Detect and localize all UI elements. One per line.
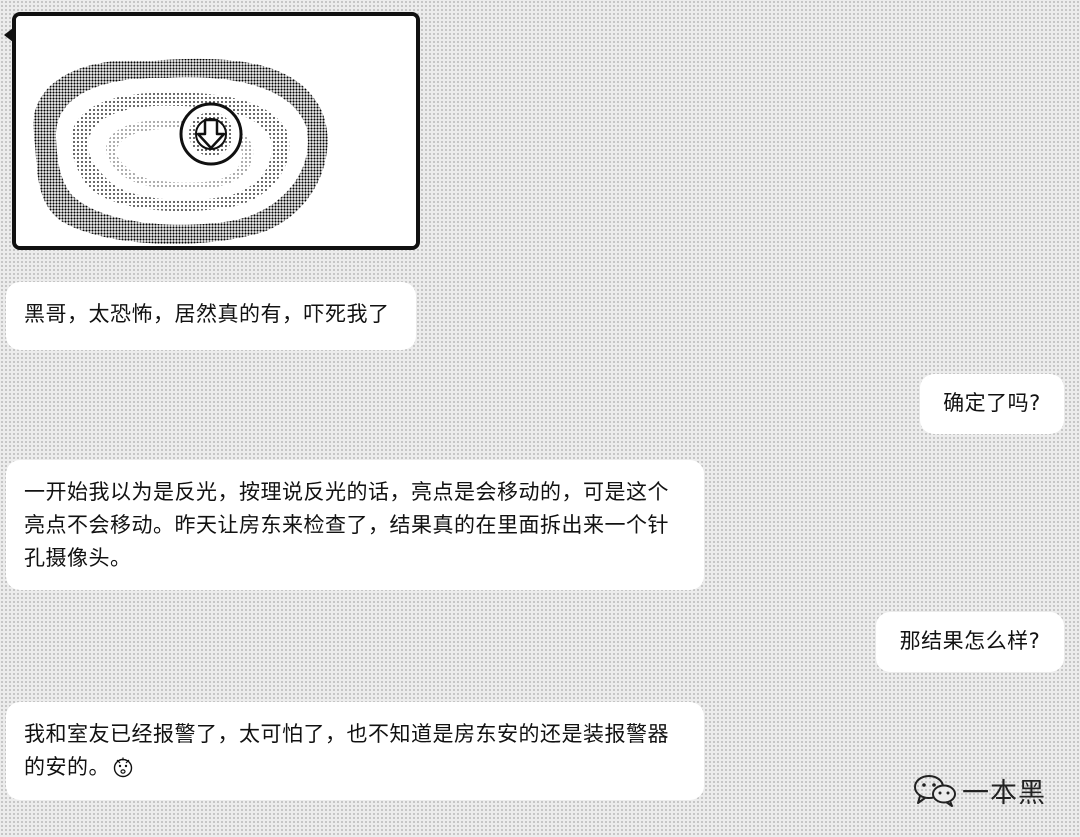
message-bubble-left: 一开始我以为是反光，按理说反光的话，亮点是会移动的，可是这个 亮点不会移动。昨天… bbox=[6, 460, 704, 590]
watermark: 一本黑 bbox=[912, 772, 1052, 809]
message-bubble-left: 我和室友已经报警了，太可怕了，也不知道是房东安的还是装报警器 的安的。 bbox=[6, 702, 704, 800]
message-text-line: 的安的。 bbox=[24, 751, 686, 784]
message-bubble-right: 那结果怎么样? bbox=[876, 612, 1064, 672]
image-message-camera-lens[interactable] bbox=[12, 12, 420, 250]
wechat-icon bbox=[914, 775, 956, 807]
message-text-line: 我和室友已经报警了，太可怕了，也不知道是房东安的还是装报警器 bbox=[24, 722, 669, 746]
message-text-line: 一开始我以为是反光，按理说反光的话，亮点是会移动的，可是这个 bbox=[24, 480, 669, 504]
message-text: 黑哥，太恐怖，居然真的有，吓死我了 bbox=[24, 302, 390, 326]
message-text: 那结果怎么样? bbox=[899, 629, 1041, 653]
message-bubble-right: 确定了吗? bbox=[920, 374, 1064, 434]
message-text-line: 孔摄像头。 bbox=[24, 546, 132, 570]
message-bubble-left: 黑哥，太恐怖，居然真的有，吓死我了 bbox=[6, 282, 416, 350]
camera-lens-photo bbox=[16, 16, 416, 246]
watermark-text: 一本黑 bbox=[962, 777, 1046, 809]
scared-emoji-icon bbox=[113, 757, 133, 778]
message-text-line: 亮点不会移动。昨天让房东来检查了，结果真的在里面拆出来一个针 bbox=[24, 513, 669, 537]
message-text: 确定了吗? bbox=[943, 391, 1041, 415]
message-text: 的安的。 bbox=[24, 755, 110, 779]
